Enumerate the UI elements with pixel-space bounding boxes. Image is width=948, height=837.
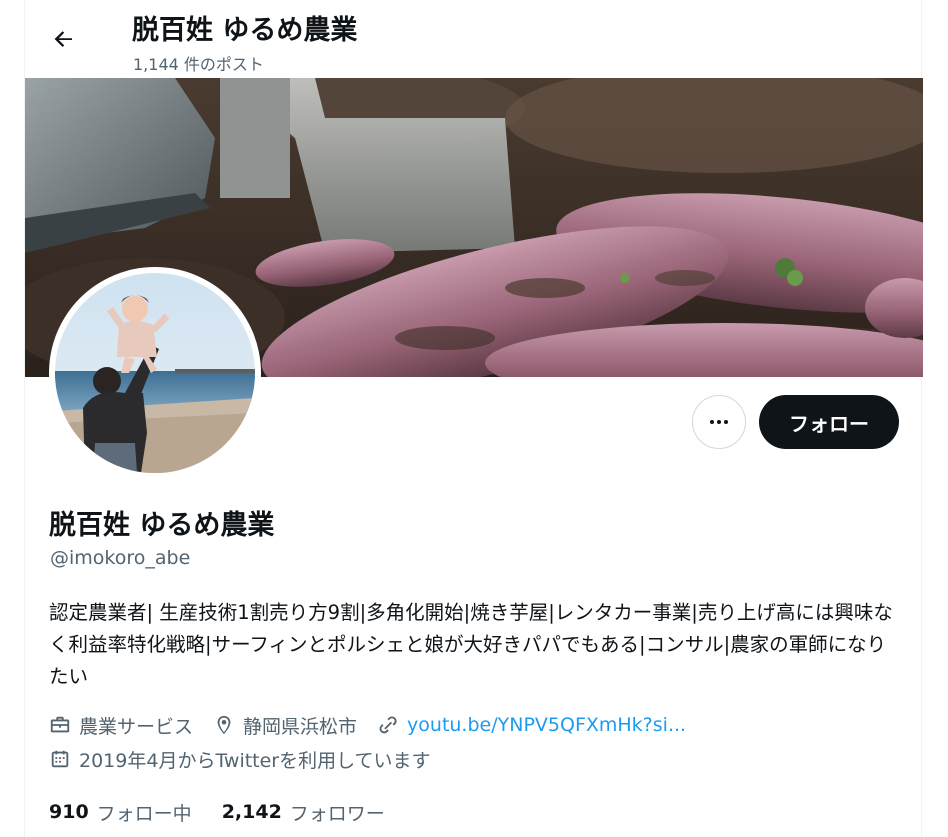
more-icon <box>710 420 728 424</box>
joined-row: 2019年4月からTwitterを利用しています <box>49 745 451 773</box>
followers-link[interactable]: 2,142 フォロワー <box>222 799 385 826</box>
profile-bio: 認定農業者| 生産技術1割売り方9割|多角化開始|焼き芋屋|レンタカー事業|売り… <box>49 601 893 688</box>
top-bar: 脱百姓 ゆるめ農業 1,144 件のポスト <box>25 0 923 78</box>
follow-stats: 910 フォロー中 2,142 フォロワー <box>49 797 415 827</box>
followers-label: フォロワー <box>289 802 385 825</box>
category-item: 農業サービス <box>49 712 193 739</box>
location-label: 静岡県浜松市 <box>243 715 358 738</box>
link-icon <box>379 716 397 734</box>
website-link[interactable]: youtu.be/YNPV5QFXmHk?si... <box>407 714 686 736</box>
location-item: 静岡県浜松市 <box>213 712 357 739</box>
follow-button[interactable]: フォロー <box>759 395 899 449</box>
joined-item: 2019年4月からTwitterを利用しています <box>49 746 431 773</box>
location-pin-icon <box>217 715 231 735</box>
joined-label: 2019年4月からTwitterを利用しています <box>79 749 431 772</box>
profile-page: 脱百姓 ゆるめ農業 1,144 件のポスト フォロー 脱百姓 ゆるめ農業 @im… <box>24 0 923 837</box>
page-title: 脱百姓 ゆるめ農業 <box>132 15 358 46</box>
profile-handle: @imokoro_abe <box>50 547 191 569</box>
category-label: 農業サービス <box>79 715 194 738</box>
briefcase-icon <box>50 716 70 733</box>
post-count: 1,144 件のポスト <box>133 55 264 74</box>
website-item[interactable]: youtu.be/YNPV5QFXmHk?si... <box>377 714 686 736</box>
following-link[interactable]: 910 フォロー中 <box>49 799 192 826</box>
followers-count: 2,142 <box>221 801 282 823</box>
profile-meta: 農業サービス 静岡県浜松市 youtu.be/YNPV5QFXmHk?si... <box>49 711 706 739</box>
calendar-icon <box>51 750 69 768</box>
back-button[interactable] <box>45 20 83 58</box>
profile-name: 脱百姓 ゆるめ農業 <box>49 510 275 541</box>
avatar[interactable] <box>49 267 261 479</box>
back-arrow-icon <box>54 31 72 47</box>
following-label: フォロー中 <box>96 802 192 825</box>
more-button[interactable] <box>692 395 746 449</box>
following-count: 910 <box>49 801 89 823</box>
